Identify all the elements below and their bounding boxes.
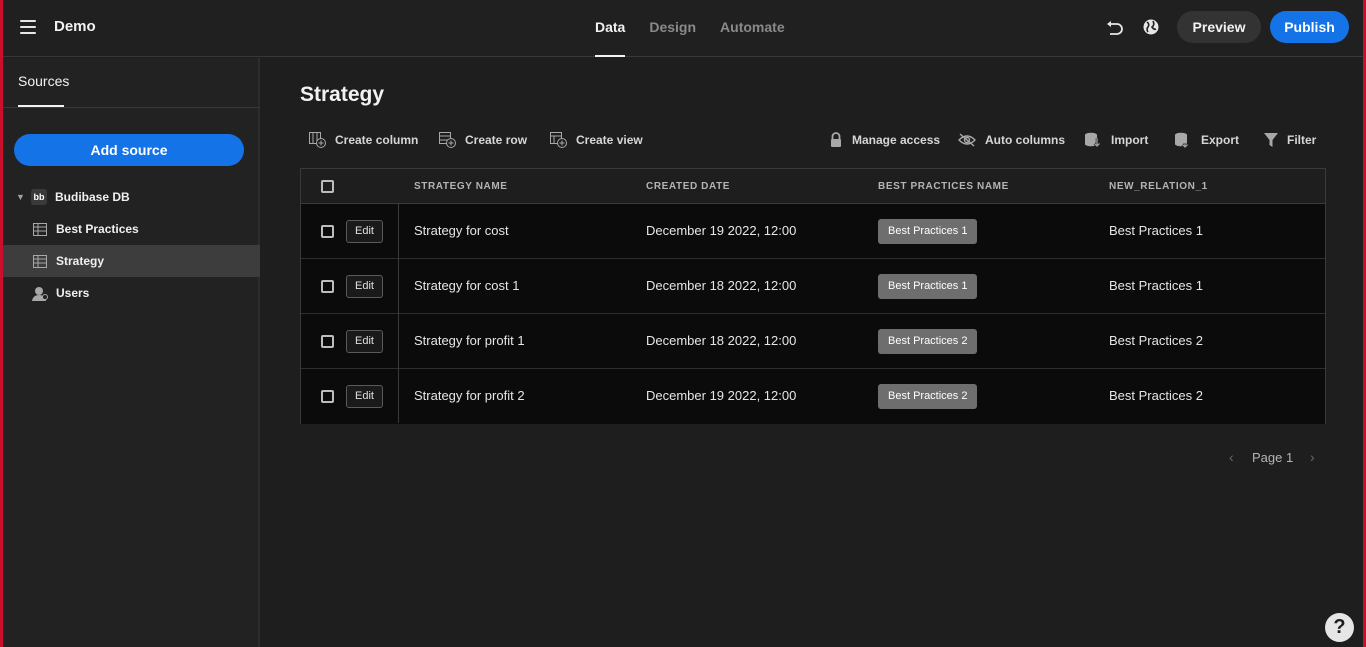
cell-new-relation: Best Practices 2 xyxy=(1109,333,1203,348)
edit-row-button[interactable]: Edit xyxy=(346,275,383,298)
sidebar-item-label: Best Practices xyxy=(56,222,139,236)
toolbar-label: Import xyxy=(1111,133,1149,147)
add-row-icon xyxy=(439,132,456,148)
cell-new-relation: Best Practices 1 xyxy=(1109,278,1203,293)
budibase-logo-icon: bb xyxy=(31,189,47,205)
edit-row-button[interactable]: Edit xyxy=(346,385,383,408)
hamburger-menu-icon[interactable] xyxy=(20,20,36,34)
toolbar-label: Manage access xyxy=(852,133,941,147)
publish-button[interactable]: Publish xyxy=(1270,11,1349,43)
cell-strategy-name: Strategy for profit 1 xyxy=(414,333,525,348)
toolbar-label: Export xyxy=(1201,133,1240,147)
export-icon xyxy=(1175,132,1189,148)
select-all-checkbox[interactable] xyxy=(321,180,334,193)
cell-strategy-name: Strategy for profit 2 xyxy=(414,388,525,403)
table-row[interactable]: Edit Strategy for profit 2 December 19 2… xyxy=(301,369,1325,424)
import-button[interactable]: Import xyxy=(1084,130,1148,150)
globe-icon[interactable] xyxy=(1142,18,1160,36)
cell-new-relation: Best Practices 1 xyxy=(1109,223,1203,238)
tab-sources[interactable]: Sources xyxy=(18,73,69,89)
cell-strategy-name: Strategy for cost 1 xyxy=(414,278,520,293)
sidebar: Sources Add source ▼ bb Budibase DB Best… xyxy=(3,58,260,647)
add-column-icon xyxy=(309,132,326,148)
table-icon xyxy=(33,254,47,268)
sidebar-item-users[interactable]: Users xyxy=(3,277,260,309)
row-checkbox[interactable] xyxy=(321,280,334,293)
sidebar-item-strategy[interactable]: Strategy xyxy=(3,245,260,277)
cell-created-date: December 18 2022, 12:00 xyxy=(646,278,797,293)
table-icon xyxy=(33,222,47,236)
row-checkbox[interactable] xyxy=(321,225,334,238)
cell-created-date: December 19 2022, 12:00 xyxy=(646,223,797,238)
sidebar-item-best-practices[interactable]: Best Practices xyxy=(3,213,260,245)
chevron-down-icon[interactable]: ▼ xyxy=(16,192,26,202)
filter-icon xyxy=(1264,133,1278,147)
undo-icon[interactable] xyxy=(1105,18,1125,38)
page-title: Strategy xyxy=(300,83,385,106)
sidebar-divider xyxy=(3,107,260,108)
filter-button[interactable]: Filter xyxy=(1264,130,1316,150)
column-header-new-relation-1[interactable]: NEW_RELATION_1 xyxy=(1109,181,1208,192)
relation-tag[interactable]: Best Practices 1 xyxy=(878,274,978,299)
sidebar-item-label: Budibase DB xyxy=(55,190,130,204)
edit-row-button[interactable]: Edit xyxy=(346,330,383,353)
table-row[interactable]: Edit Strategy for profit 1 December 18 2… xyxy=(301,314,1325,369)
sidebar-item-label: Strategy xyxy=(56,254,105,268)
cell-strategy-name: Strategy for cost xyxy=(414,223,509,238)
user-icon xyxy=(32,286,48,301)
table-row[interactable]: Edit Strategy for cost 1 December 18 202… xyxy=(301,259,1325,314)
eye-off-icon xyxy=(958,133,976,147)
column-header-created-date[interactable]: CREATED DATE xyxy=(646,181,730,192)
relation-tag[interactable]: Best Practices 2 xyxy=(878,329,978,354)
row-checkbox[interactable] xyxy=(321,390,334,403)
add-view-icon xyxy=(550,132,567,148)
preview-button[interactable]: Preview xyxy=(1177,11,1261,43)
auto-columns-button[interactable]: Auto columns xyxy=(958,130,1065,150)
app-title: Demo xyxy=(54,18,96,35)
table-row[interactable]: Edit Strategy for cost December 19 2022,… xyxy=(301,204,1325,259)
chevron-right-icon[interactable]: › xyxy=(1310,449,1315,465)
cell-new-relation: Best Practices 2 xyxy=(1109,388,1203,403)
import-icon xyxy=(1085,132,1101,148)
sidebar-item-budibase-db[interactable]: ▼ bb Budibase DB xyxy=(3,181,260,213)
row-checkbox[interactable] xyxy=(321,335,334,348)
sidebar-item-label: Users xyxy=(56,286,90,300)
lock-icon xyxy=(831,132,841,147)
toolbar-label: Create column xyxy=(335,133,419,147)
toolbar-label: Create view xyxy=(576,133,643,147)
page-indicator: Page 1 xyxy=(1252,450,1294,465)
relation-tag[interactable]: Best Practices 2 xyxy=(878,384,978,409)
manage-access-button[interactable]: Manage access xyxy=(829,130,940,150)
data-table: STRATEGY NAME CREATED DATE BEST PRACTICE… xyxy=(300,168,1326,424)
export-button[interactable]: Export xyxy=(1174,130,1239,150)
sticky-column-divider xyxy=(398,204,399,423)
create-column-button[interactable]: Create column xyxy=(309,130,418,150)
create-view-button[interactable]: Create view xyxy=(550,130,643,150)
toolbar-label: Auto columns xyxy=(985,133,1065,147)
cell-created-date: December 19 2022, 12:00 xyxy=(646,388,797,403)
tab-design[interactable]: Design xyxy=(649,0,696,57)
column-header-best-practices-name[interactable]: BEST PRACTICES NAME xyxy=(878,181,1009,192)
edit-row-button[interactable]: Edit xyxy=(346,220,383,243)
column-header-strategy-name[interactable]: STRATEGY NAME xyxy=(414,181,508,192)
add-source-button[interactable]: Add source xyxy=(14,134,244,166)
main-tabs: Data Design Automate xyxy=(595,0,809,57)
tab-data[interactable]: Data xyxy=(595,0,626,57)
chevron-left-icon[interactable]: ‹ xyxy=(1229,449,1234,465)
help-icon[interactable]: ? xyxy=(1325,613,1354,642)
top-bar: Demo Data Design Automate Preview Publis… xyxy=(3,0,1363,57)
table-header: STRATEGY NAME CREATED DATE BEST PRACTICE… xyxy=(301,169,1325,204)
toolbar-label: Create row xyxy=(465,133,528,147)
toolbar-label: Filter xyxy=(1287,133,1317,147)
tab-automate[interactable]: Automate xyxy=(720,0,785,57)
cell-created-date: December 18 2022, 12:00 xyxy=(646,333,797,348)
create-row-button[interactable]: Create row xyxy=(439,130,527,150)
relation-tag[interactable]: Best Practices 1 xyxy=(878,219,978,244)
